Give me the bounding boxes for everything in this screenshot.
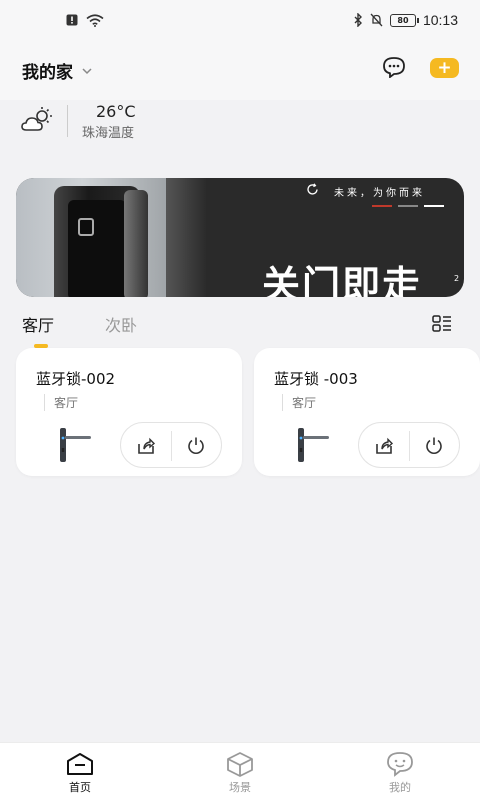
actions-divider: [171, 431, 172, 461]
weather-divider: [67, 105, 68, 137]
temperature-label: 珠海温度: [82, 126, 135, 141]
device-room: 客厅: [282, 394, 316, 411]
banner-dash: [398, 205, 418, 207]
partly-cloudy-icon: [21, 107, 52, 131]
share-icon[interactable]: [135, 435, 157, 457]
promo-banner[interactable]: 未来，为你而来 关门即走 2: [16, 178, 464, 297]
home-name: 我的家: [22, 63, 73, 83]
battery-indicator: 80: [389, 13, 419, 27]
banner-page-indicator: 2: [454, 274, 460, 283]
room-tabs: 客厅 次卧: [0, 306, 480, 350]
banner-dashes: [372, 205, 444, 207]
nav-profile-label: 我的: [389, 781, 411, 794]
alert-icon: [66, 14, 78, 26]
refresh-icon: [307, 183, 318, 195]
device-card[interactable]: 蓝牙锁 -003 客厅: [254, 348, 480, 476]
device-name: 蓝牙锁-002: [36, 370, 116, 388]
nav-home-label: 首页: [69, 781, 91, 794]
profile-icon: [387, 752, 413, 777]
tab-second-bedroom[interactable]: 次卧: [105, 312, 137, 336]
wifi-icon: [86, 13, 104, 27]
door-lock-icon: [298, 428, 329, 462]
message-icon[interactable]: [382, 56, 406, 78]
power-icon[interactable]: [423, 435, 445, 457]
banner-slogan: 未来，为你而来: [334, 188, 425, 199]
power-icon[interactable]: [185, 435, 207, 457]
chevron-down-icon: [82, 67, 92, 74]
mute-bell-icon: [370, 13, 383, 27]
device-card[interactable]: 蓝牙锁-002 客厅: [16, 348, 242, 476]
home-icon: [67, 753, 93, 775]
grid-view-icon[interactable]: [432, 314, 452, 334]
door-lock-icon: [60, 428, 91, 462]
temperature-value: 26°C: [96, 102, 136, 121]
banner-headline: 关门即走: [262, 263, 423, 297]
device-actions: [358, 422, 460, 468]
fingerprint-sensor: [78, 218, 94, 236]
header: 我的家 +: [0, 40, 480, 100]
bottom-nav: 首页 场景 我的: [0, 742, 480, 800]
add-device-button[interactable]: +: [430, 58, 459, 78]
cube-icon: [227, 752, 253, 777]
banner-dash: [372, 205, 392, 207]
status-left: [66, 13, 104, 27]
device-name: 蓝牙锁 -003: [274, 370, 358, 388]
device-actions: [120, 422, 222, 468]
actions-divider: [409, 431, 410, 461]
status-right: 80 10:13: [354, 12, 458, 28]
banner-dash: [424, 205, 444, 207]
home-selector[interactable]: 我的家: [22, 58, 93, 83]
status-time: 10:13: [422, 12, 458, 28]
nav-home[interactable]: 首页: [40, 743, 120, 800]
status-bar: 80 10:13: [0, 0, 480, 40]
banner-door-edge: [166, 178, 206, 297]
share-icon[interactable]: [373, 435, 395, 457]
device-room: 客厅: [44, 394, 78, 411]
nav-scene-label: 场景: [229, 781, 251, 794]
nav-profile[interactable]: 我的: [360, 743, 440, 800]
tab-living-room[interactable]: 客厅: [22, 312, 54, 336]
nav-scene[interactable]: 场景: [200, 743, 280, 800]
bluetooth-icon: [354, 13, 362, 27]
smart-lock-panel: [68, 200, 126, 297]
smart-lock-handle: [124, 190, 148, 297]
weather-widget: 26°C 珠海温度: [0, 100, 480, 160]
